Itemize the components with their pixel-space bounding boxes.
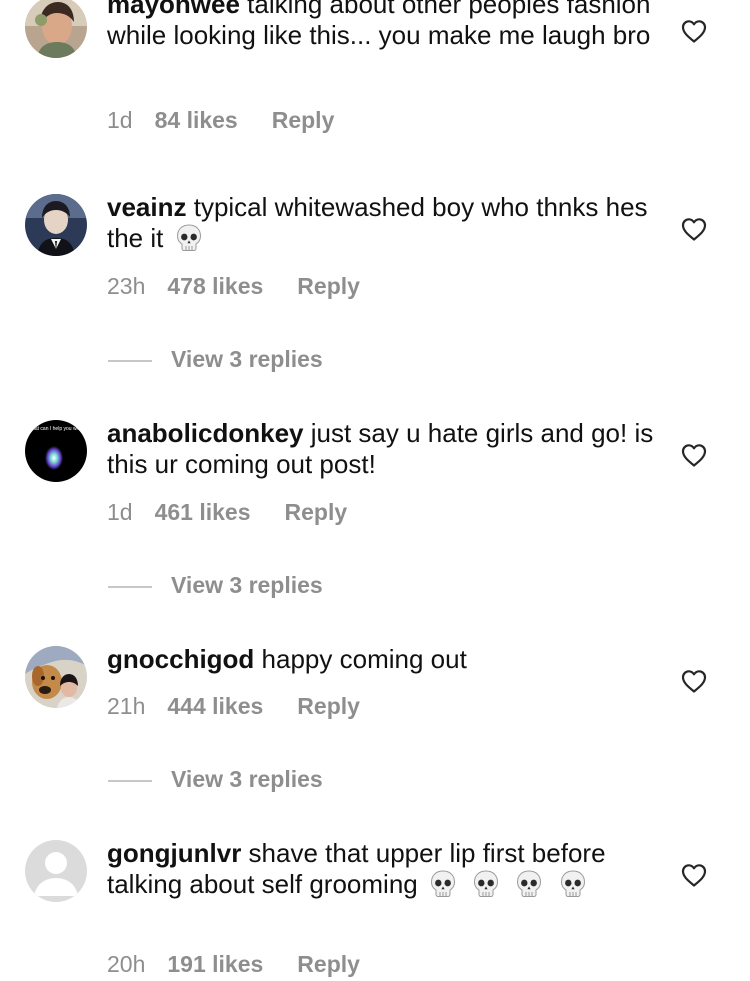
view-replies-button[interactable]: View 3 replies	[108, 764, 323, 794]
skull-emoji-icon	[558, 869, 588, 899]
comment-meta: 23h 478 likes Reply	[107, 271, 360, 301]
reply-button[interactable]: Reply	[285, 497, 348, 527]
comment-time: 23h	[107, 273, 146, 299]
comment-meta: 1d 84 likes Reply	[107, 105, 334, 135]
comment-text: mayonwee talking about other peoples fas…	[107, 0, 667, 51]
default-avatar-icon	[25, 840, 87, 902]
avatar[interactable]: What can I help you with?	[25, 420, 87, 482]
heart-icon[interactable]	[681, 19, 707, 43]
replies-divider	[108, 359, 152, 362]
profile-photo-icon	[25, 194, 87, 256]
view-replies-label: View 3 replies	[171, 766, 323, 792]
avatar[interactable]	[25, 646, 87, 708]
reply-button[interactable]: Reply	[297, 691, 360, 721]
heart-icon[interactable]	[681, 863, 707, 887]
reply-button[interactable]: Reply	[272, 105, 335, 135]
comment-time: 20h	[107, 951, 146, 977]
comment-body: happy coming out	[254, 644, 467, 674]
skull-emoji-icon	[471, 869, 501, 899]
comment-text: veainz typical whitewashed boy who thnks…	[107, 192, 667, 254]
comment-username[interactable]: mayonwee	[107, 0, 240, 19]
comment-time: 21h	[107, 693, 146, 719]
comment-text: gongjunlvr shave that upper lip first be…	[107, 838, 667, 900]
comment-likes[interactable]: 461 likes	[155, 497, 251, 527]
heart-icon[interactable]	[681, 443, 707, 467]
comment-text: anabolicdonkey just say u hate girls and…	[107, 418, 667, 480]
skull-emoji-icon	[428, 869, 458, 899]
reply-button[interactable]: Reply	[297, 271, 360, 301]
dog-photo-icon	[25, 646, 87, 708]
view-replies-button[interactable]: View 3 replies	[108, 570, 323, 600]
skull-emoji-icon	[174, 223, 204, 253]
comment-time: 1d	[107, 107, 133, 133]
skull-emoji-icon	[514, 869, 544, 899]
avatar[interactable]	[25, 194, 87, 256]
avatar[interactable]	[25, 840, 87, 902]
view-replies-label: View 3 replies	[171, 346, 323, 372]
view-replies-button[interactable]: View 3 replies	[108, 344, 323, 374]
comment-likes[interactable]: 478 likes	[167, 271, 263, 301]
comment-likes[interactable]: 444 likes	[167, 691, 263, 721]
comment-time: 1d	[107, 499, 133, 525]
comment-meta: 1d 461 likes Reply	[107, 497, 347, 527]
reply-button[interactable]: Reply	[297, 949, 360, 979]
comment-likes[interactable]: 191 likes	[167, 949, 263, 979]
comment-likes[interactable]: 84 likes	[155, 105, 238, 135]
view-replies-label: View 3 replies	[171, 572, 323, 598]
comment-username[interactable]: gongjunlvr	[107, 838, 241, 868]
siri-orb-icon: What can I help you with?	[25, 420, 87, 482]
replies-divider	[108, 779, 152, 782]
avatar[interactable]	[25, 0, 87, 58]
heart-icon[interactable]	[681, 669, 707, 693]
profile-photo-icon	[25, 0, 87, 58]
comment-username[interactable]: veainz	[107, 192, 187, 222]
comment-username[interactable]: gnocchigod	[107, 644, 254, 674]
comment-username[interactable]: anabolicdonkey	[107, 418, 304, 448]
replies-divider	[108, 585, 152, 588]
avatar-caption: What can I help you with?	[27, 426, 84, 432]
heart-icon[interactable]	[681, 217, 707, 241]
comment-meta: 21h 444 likes Reply	[107, 691, 360, 721]
comment-meta: 20h 191 likes Reply	[107, 949, 360, 979]
comment-text: gnocchigod happy coming out	[107, 644, 667, 675]
